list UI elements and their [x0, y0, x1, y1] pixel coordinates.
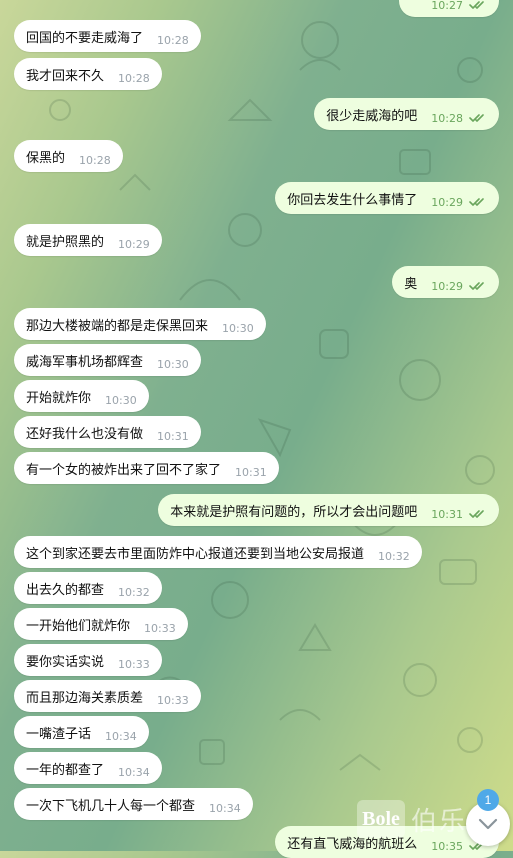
- message-time: 10:34: [209, 801, 241, 815]
- message-time: 10:33: [118, 657, 150, 671]
- message-time: 10:32: [378, 549, 410, 563]
- message-text: 要你实话实说: [26, 654, 105, 670]
- incoming-message[interactable]: 保黑的 10:28: [14, 140, 123, 172]
- message-text: 出去久的都查: [26, 582, 105, 598]
- incoming-message[interactable]: 一年的都查了 10:34: [14, 752, 162, 784]
- outgoing-message[interactable]: 本来就是护照有问题的，所以才会出问题吧 10:31: [158, 494, 499, 526]
- outgoing-message[interactable]: 奥 10:29: [392, 266, 499, 298]
- message-text: 那边大楼被端的都是走保黑回来: [26, 318, 209, 334]
- message-time: 10:34: [105, 729, 137, 743]
- incoming-message[interactable]: 就是护照黑的 10:29: [14, 224, 162, 256]
- double-check-icon: [469, 282, 484, 290]
- unread-count-badge: 1: [477, 789, 499, 811]
- incoming-message[interactable]: 还好我什么也没有做 10:31: [14, 416, 201, 448]
- watermark-logo: Bole: [357, 800, 405, 838]
- message-time: 10:33: [157, 693, 189, 707]
- outgoing-message[interactable]: 你回去发生什么事情了 10:29: [275, 182, 499, 214]
- message-time: 10:31: [235, 465, 267, 479]
- outgoing-message[interactable]: 很少走威海的吧 10:28: [314, 98, 499, 130]
- chevron-down-icon: [478, 818, 498, 830]
- message-text: 还好我什么也没有做: [26, 426, 144, 442]
- message-time: 10:30: [157, 357, 189, 371]
- message-text: 一嘴渣子话: [26, 726, 92, 742]
- message-time: 10:29: [118, 237, 150, 251]
- message-time: 10:29: [431, 279, 463, 293]
- incoming-message[interactable]: 要你实话实说 10:33: [14, 644, 162, 676]
- message-time: 10:27: [431, 0, 463, 12]
- message-text: 就是护照黑的: [26, 234, 105, 250]
- message-time: 10:31: [157, 429, 189, 443]
- incoming-message[interactable]: 出去久的都查 10:32: [14, 572, 162, 604]
- outgoing-message[interactable]: 10:27: [399, 0, 499, 17]
- message-text: 一年的都查了: [26, 762, 105, 778]
- incoming-message[interactable]: 有一个女的被炸出来了回不了家了 10:31: [14, 452, 279, 484]
- incoming-message[interactable]: 我才回来不久 10:28: [14, 58, 162, 90]
- double-check-icon: [469, 114, 484, 122]
- message-time: 10:31: [431, 507, 463, 521]
- incoming-message[interactable]: 一嘴渣子话 10:34: [14, 716, 149, 748]
- message-text: 而且那边海关素质差: [26, 690, 144, 706]
- message-time: 10:32: [118, 585, 150, 599]
- message-text: 本来就是护照有问题的，所以才会出问题吧: [170, 504, 418, 520]
- message-text: 回国的不要走威海了: [26, 30, 144, 46]
- incoming-message[interactable]: 开始就炸你 10:30: [14, 380, 149, 412]
- message-time: 10:34: [118, 765, 150, 779]
- message-time: 10:29: [431, 195, 463, 209]
- incoming-message[interactable]: 那边大楼被端的都是走保黑回来 10:30: [14, 308, 266, 340]
- message-text: 这个到家还要去市里面防炸中心报道还要到当地公安局报道: [26, 546, 365, 562]
- message-text: 很少走威海的吧: [326, 108, 418, 124]
- incoming-message[interactable]: 一次下飞机几十人每一个都查 10:34: [14, 788, 253, 820]
- message-text: 有一个女的被炸出来了回不了家了: [26, 462, 222, 478]
- message-text: 你回去发生什么事情了: [287, 192, 418, 208]
- incoming-message[interactable]: 而且那边海关素质差 10:33: [14, 680, 201, 712]
- watermark-text: 伯乐: [411, 806, 468, 837]
- message-time: 10:28: [79, 153, 111, 167]
- message-text: 保黑的: [26, 150, 66, 166]
- message-list[interactable]: 10:27 回国的不要走威海了 10:28 我才回来不久 10:28 很少走威海的吧 10:…: [0, 0, 513, 858]
- incoming-message[interactable]: 一开始他们就炸你 10:33: [14, 608, 188, 640]
- message-text: 威海军事机场都辉查: [26, 354, 144, 370]
- double-check-icon: [469, 510, 484, 518]
- incoming-message[interactable]: 威海军事机场都辉查 10:30: [14, 344, 201, 376]
- message-text: 一开始他们就炸你: [26, 618, 131, 634]
- double-check-icon: [469, 198, 484, 206]
- message-text: 我才回来不久: [26, 68, 105, 84]
- message-time: 10:30: [222, 321, 254, 335]
- message-time: 10:28: [157, 33, 189, 47]
- message-text: 一次下飞机几十人每一个都查: [26, 798, 196, 814]
- message-text: 开始就炸你: [26, 390, 92, 406]
- message-time: 10:33: [144, 621, 176, 635]
- message-time: 10:30: [105, 393, 137, 407]
- incoming-message[interactable]: 回国的不要走威海了 10:28: [14, 20, 201, 52]
- message-time: 10:28: [118, 71, 150, 85]
- message-time: 10:28: [431, 111, 463, 125]
- message-text: 奥: [404, 276, 418, 292]
- incoming-message[interactable]: 这个到家还要去市里面防炸中心报道还要到当地公安局报道 10:32: [14, 536, 422, 568]
- double-check-icon: [469, 1, 484, 9]
